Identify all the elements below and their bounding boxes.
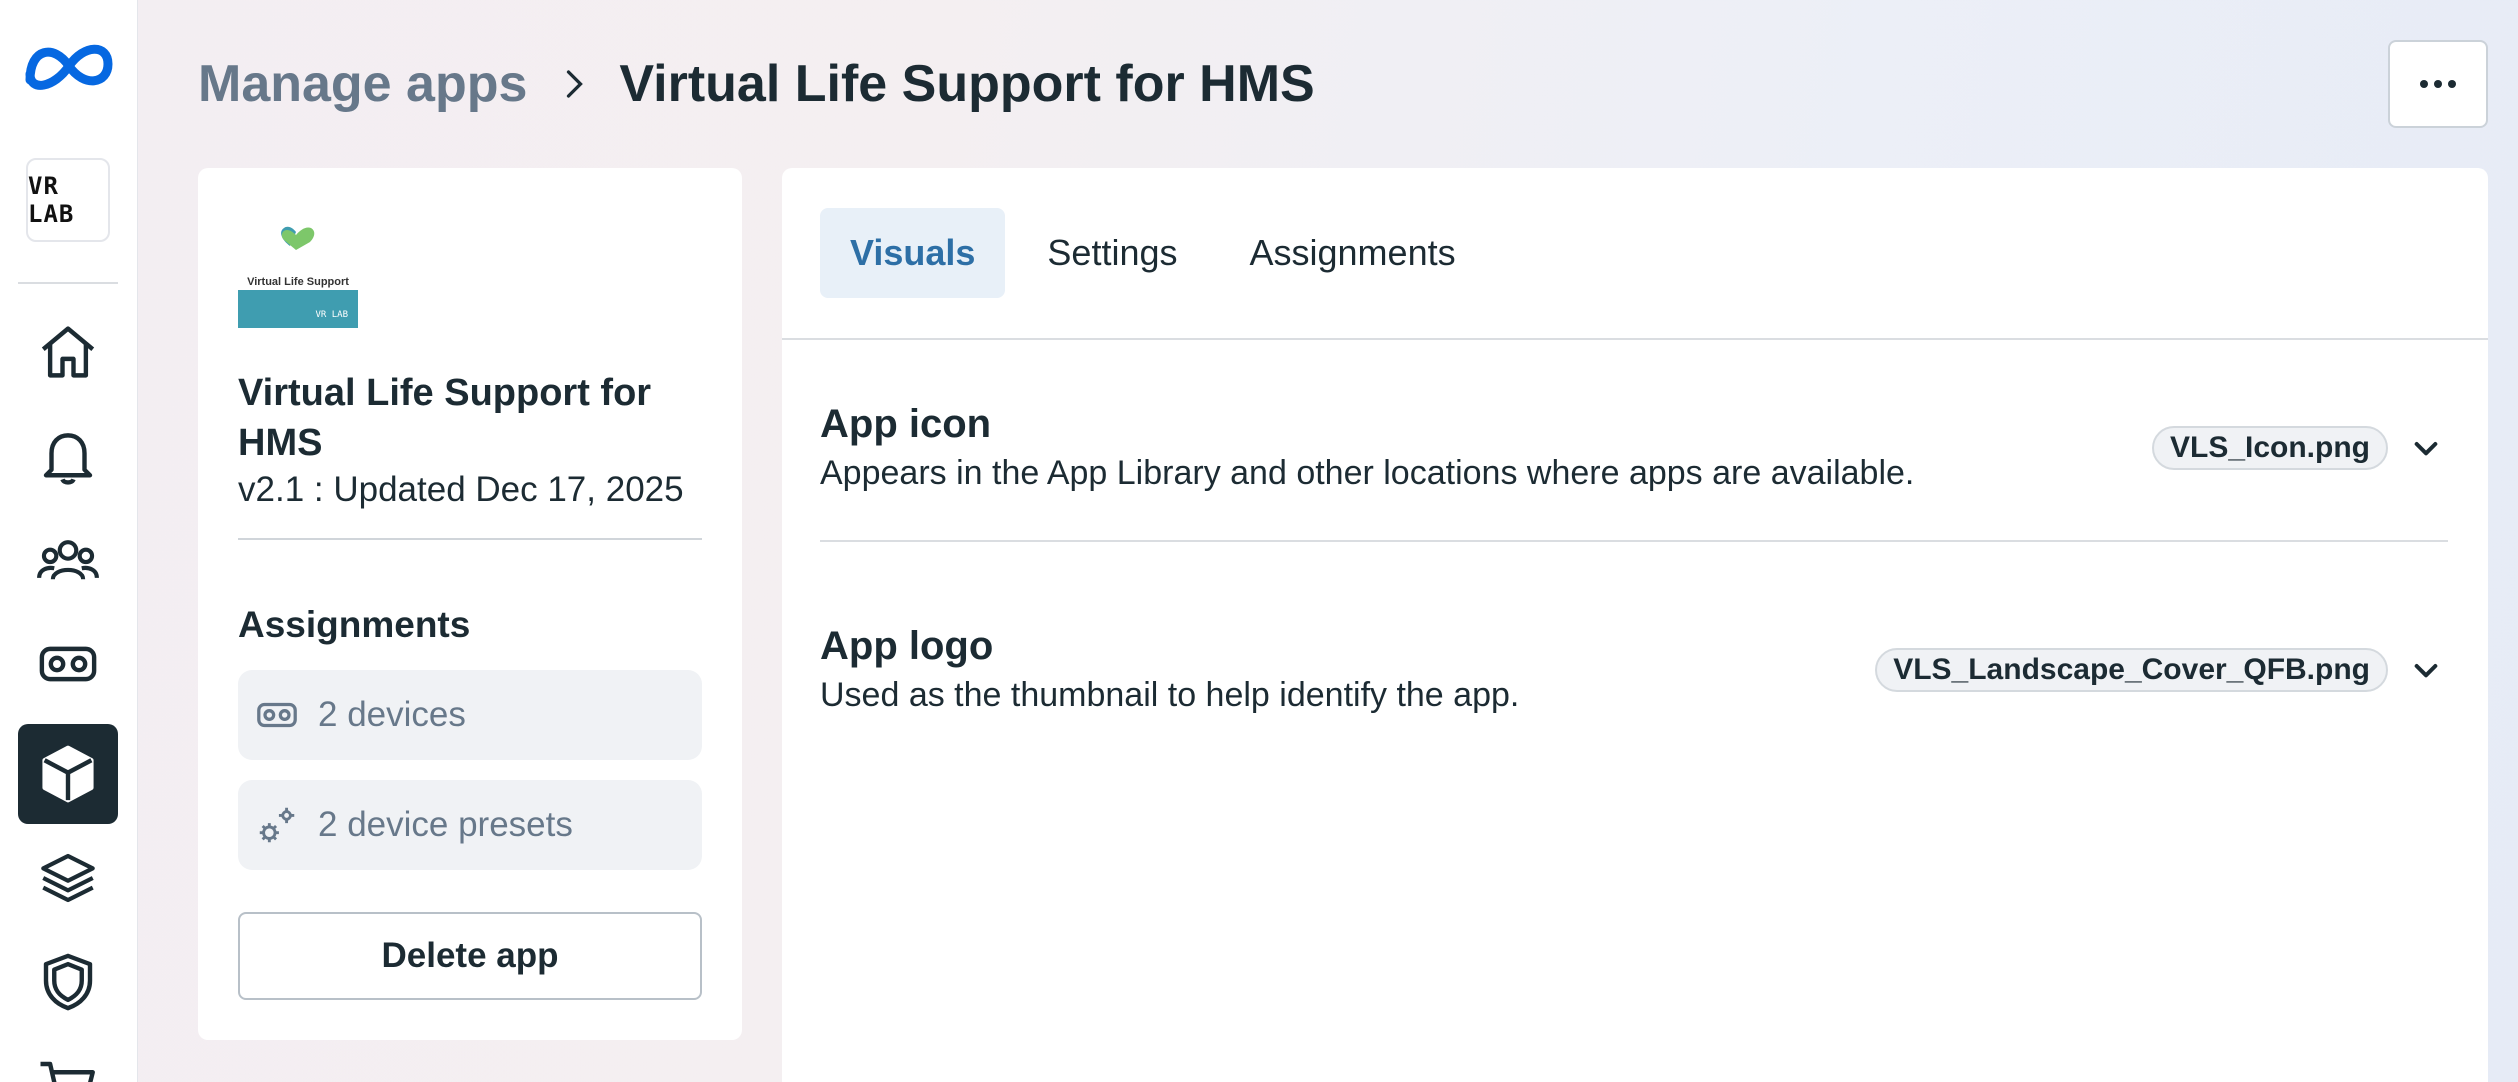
heart-logo-icon xyxy=(281,226,315,250)
app-details-panel: Visuals Settings Assignments App icon Ap… xyxy=(782,168,2488,1082)
app-name: Virtual Life Support for HMS xyxy=(238,372,652,464)
sidebar-item-apps[interactable] xyxy=(18,724,118,824)
shield-icon xyxy=(43,953,93,1011)
sidebar-item-store[interactable] xyxy=(18,1036,118,1082)
app-thumbnail: Virtual Life Support VR LAB xyxy=(238,220,358,328)
app-icon-row[interactable]: App icon Appears in the App Library and … xyxy=(820,402,2448,542)
app-logo-title: App logo xyxy=(820,624,994,668)
app-logo-file-chip: VLS_Landscape_Cover_QFB.png xyxy=(1875,648,2388,692)
card-divider xyxy=(238,538,702,540)
sidebar-item-notifications[interactable] xyxy=(18,406,118,506)
gears-icon xyxy=(259,807,295,843)
vr-headset-icon xyxy=(39,646,97,682)
row-divider xyxy=(820,540,2448,542)
cart-icon xyxy=(40,1061,95,1082)
app-icon-title: App icon xyxy=(820,402,992,446)
chevron-right-icon xyxy=(555,66,591,102)
sidebar-item-home[interactable] xyxy=(18,302,118,402)
app-icon-file-chip: VLS_Icon.png xyxy=(2151,426,2388,470)
tab-bar: Visuals Settings Assignments xyxy=(820,208,1486,298)
assigned-devices-item[interactable]: 2 devices xyxy=(238,670,702,760)
sidebar-item-security[interactable] xyxy=(18,932,118,1032)
rail-divider xyxy=(18,282,118,284)
thumbnail-band: VR LAB xyxy=(238,290,358,328)
thumbnail-badge: VR LAB xyxy=(315,310,348,320)
assignments-heading: Assignments xyxy=(238,604,471,645)
delete-app-button[interactable]: Delete app xyxy=(238,912,702,1000)
bell-icon xyxy=(43,433,93,485)
app-logo-row[interactable]: App logo Used as the thumbnail to help i… xyxy=(820,624,2448,764)
app-icon-description: Appears in the App Library and other loc… xyxy=(820,454,1915,492)
org-logo-label: VR LAB xyxy=(28,172,75,228)
app-summary-card: Virtual Life Support VR LAB Virtual Life… xyxy=(198,168,742,1040)
assigned-devices-label: 2 devices xyxy=(318,695,466,734)
cube-icon xyxy=(42,745,94,803)
tab-visuals[interactable]: Visuals xyxy=(820,208,1006,298)
tab-assignments[interactable]: Assignments xyxy=(1220,208,1486,298)
chevron-down-icon[interactable] xyxy=(2404,648,2448,692)
page-title: Virtual Life Support for HMS xyxy=(619,55,1315,113)
sidebar-item-people[interactable] xyxy=(18,510,118,610)
chevron-down-icon[interactable] xyxy=(2404,426,2448,470)
sidebar-rail: VR LAB xyxy=(0,0,138,1082)
assigned-presets-label: 2 device presets xyxy=(318,805,573,844)
people-icon xyxy=(37,540,99,580)
meta-logo-icon[interactable] xyxy=(20,34,118,98)
sidebar-item-devices[interactable] xyxy=(18,614,118,714)
more-options-button[interactable] xyxy=(2388,40,2488,128)
home-icon xyxy=(41,326,95,378)
sidebar-item-layers[interactable] xyxy=(18,828,118,928)
tabs-divider xyxy=(782,338,2488,340)
app-logo-description: Used as the thumbnail to help identify t… xyxy=(820,676,1520,714)
more-horizontal-icon xyxy=(2420,80,2456,88)
vr-headset-icon xyxy=(257,702,297,728)
breadcrumb: Manage apps Virtual Life Support for HMS xyxy=(198,48,1315,120)
app-version: v2.1 : Updated Dec 17, 2025 xyxy=(238,470,684,509)
tab-settings[interactable]: Settings xyxy=(1017,208,1207,298)
thumbnail-title: Virtual Life Support xyxy=(247,276,349,288)
org-logo[interactable]: VR LAB xyxy=(26,158,110,242)
layers-icon xyxy=(41,853,95,903)
assigned-presets-item[interactable]: 2 device presets xyxy=(238,780,702,870)
breadcrumb-parent-link[interactable]: Manage apps xyxy=(198,54,527,114)
